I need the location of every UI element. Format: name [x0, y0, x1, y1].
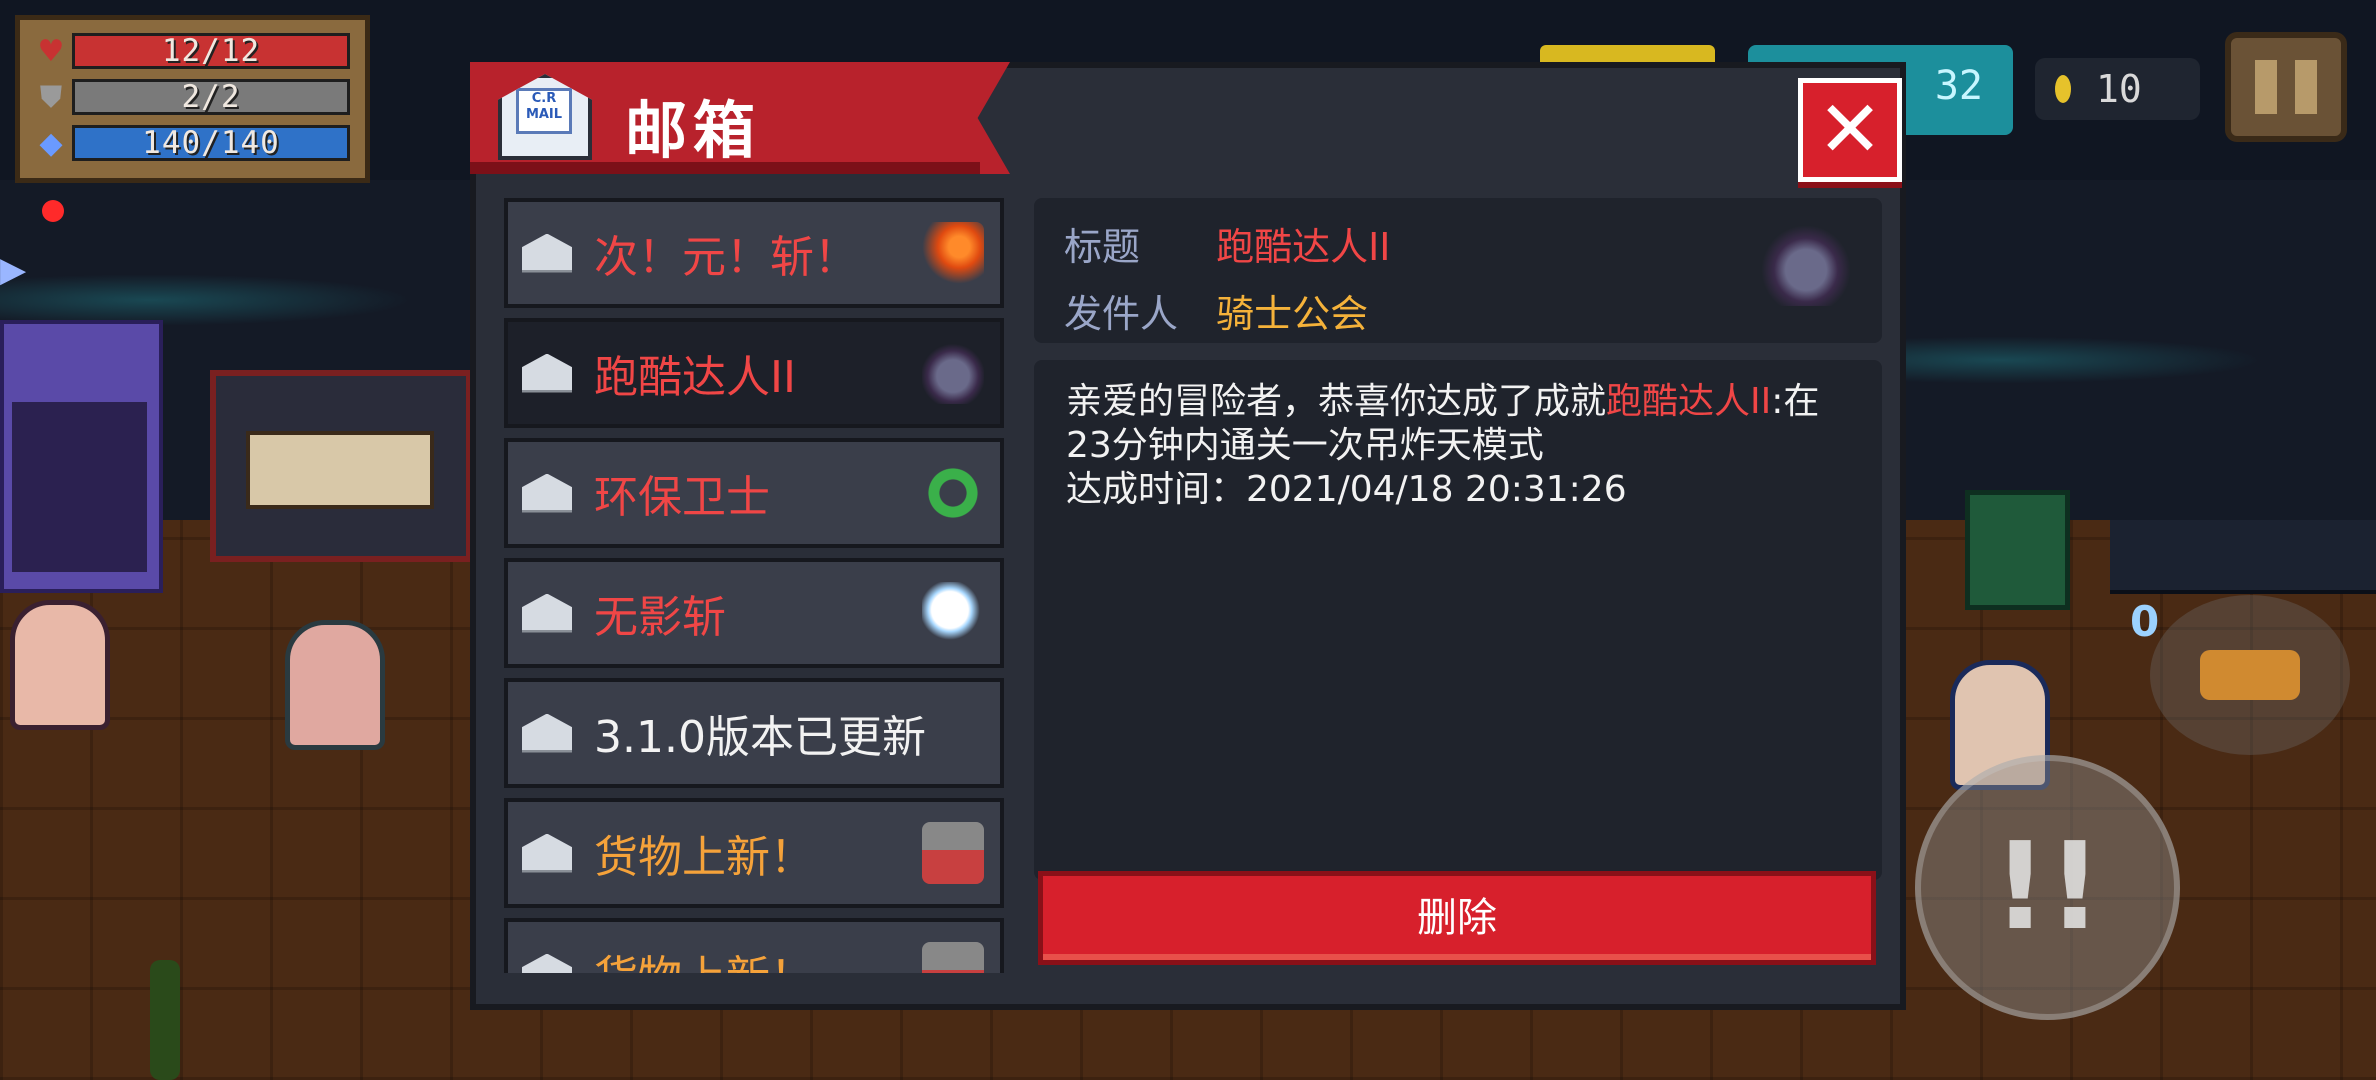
mail-item-label: 无影斩 — [594, 592, 726, 643]
moon-blade-icon — [922, 582, 984, 644]
player-stats-panel: ♥ 12/12 ⛊ 2/2 ◆ 140/140 — [15, 15, 370, 183]
body-text: :在 — [1771, 381, 1820, 422]
skill-icon: !! — [1992, 818, 2103, 957]
body-text: 亲爱的冒险者，恭喜你达成了成就 — [1066, 381, 1607, 422]
mail-item-label: 次！元！斩！ — [594, 232, 858, 283]
envelope-icon — [522, 833, 572, 873]
envelope-icon — [522, 953, 572, 973]
subject-label: 标题 — [1064, 225, 1141, 269]
mail-item[interactable]: 跑酷达人II — [504, 318, 1004, 428]
body-line-2: 23分钟内通关一次吊炸天模式 — [1066, 425, 1544, 466]
subject-row: 标题 跑酷达人II — [1064, 216, 1391, 271]
weapon-energy-cost: 0 — [2130, 597, 2160, 646]
envelope-icon — [522, 473, 572, 513]
subject-value: 跑酷达人II — [1216, 225, 1391, 269]
mailbox-title: 邮箱 — [625, 94, 762, 167]
mail-item-label: 货物上新！ — [594, 941, 922, 973]
coin-counter: 10 — [2035, 58, 2200, 120]
sender-row: 发件人 骑士公会 — [1064, 283, 1368, 338]
pause-button[interactable] — [2225, 32, 2347, 142]
merchant-stall-icon — [922, 942, 984, 973]
fire-blade-icon — [922, 222, 984, 284]
weapon-icon — [2200, 650, 2300, 700]
coin-icon — [2055, 75, 2071, 103]
coin-count: 10 — [2096, 67, 2142, 111]
close-icon: ✕ — [1817, 85, 1883, 175]
sender-label: 发件人 — [1064, 292, 1179, 336]
mail-item[interactable]: 货物上新！ — [504, 918, 1004, 973]
close-button[interactable]: ✕ — [1798, 78, 1902, 182]
achieved-time: 达成时间：2021/04/18 20:31:26 — [1066, 469, 1627, 510]
npc-character — [10, 600, 110, 730]
mail-item[interactable]: 次！元！斩！ — [504, 198, 1004, 308]
heart-icon: ♥ — [37, 33, 65, 69]
envelope-icon — [522, 353, 572, 393]
energy-text: 140/140 — [142, 125, 280, 161]
sender-value: 骑士公会 — [1216, 292, 1369, 336]
gem-count: 32 — [1934, 63, 1983, 109]
mail-item-label: 环保卫士 — [594, 472, 770, 523]
mail-item[interactable]: 环保卫士 — [504, 438, 1004, 548]
pause-icon — [2255, 60, 2277, 114]
skill-button[interactable]: !! — [1915, 755, 2180, 1020]
pause-icon — [2295, 60, 2317, 114]
mail-item[interactable]: 无影斩 — [504, 558, 1004, 668]
notification-dot — [42, 200, 64, 222]
mailbox-header: C.R MAIL 邮箱 — [470, 62, 1010, 174]
recycle-icon — [922, 462, 984, 524]
mail-detail-header: 标题 跑酷达人II 发件人 骑士公会 — [1034, 198, 1882, 343]
storage-chest — [1965, 490, 2070, 610]
hp-text: 12/12 — [161, 33, 261, 69]
shadow-monster-icon — [1760, 226, 1852, 306]
delete-button[interactable]: 删除 — [1038, 871, 1876, 965]
mailbox-dialog: C.R MAIL 邮箱 ✕ 次！元！斩！ 跑酷达人II 环保卫士无影斩 3.1.0版本… — [470, 62, 1906, 1010]
mail-list[interactable]: 次！元！斩！跑酷达人II环保卫士无影斩3.1.0版本已更新货物上新！货物上新！ — [504, 198, 1012, 973]
achievement-name: 跑酷达人II — [1606, 381, 1772, 422]
body-line-1: 亲爱的冒险者，恭喜你达成了成就跑酷达人II:在 — [1066, 380, 1819, 424]
vending-machine — [0, 320, 163, 593]
envelope-label: C.R MAIL — [516, 88, 572, 134]
envelope-icon — [522, 593, 572, 633]
mail-item-label: 跑酷达人II — [594, 352, 796, 403]
envelope-icon — [522, 233, 572, 273]
armor-text: 2/2 — [181, 79, 241, 115]
side-arrow-icon[interactable]: ▶ — [0, 250, 26, 290]
mail-item-label: 货物上新！ — [594, 832, 814, 883]
hp-bar: 12/12 — [72, 33, 350, 69]
mail-detail-body: 亲爱的冒险者，恭喜你达成了成就跑酷达人II:在 23分钟内通关一次吊炸天模式 达… — [1034, 360, 1882, 880]
shop-stall — [210, 370, 472, 562]
plant-decoration — [150, 960, 180, 1080]
armor-bar: 2/2 — [72, 79, 350, 115]
shadow-monster-icon — [922, 342, 984, 404]
npc-character — [285, 620, 385, 750]
counter — [2110, 520, 2376, 594]
energy-icon: ◆ — [39, 125, 63, 161]
envelope-icon — [522, 713, 572, 753]
weapon-slot[interactable]: 0 — [2130, 595, 2350, 755]
mail-item-label: 3.1.0版本已更新 — [594, 712, 926, 763]
energy-bar: 140/140 — [72, 125, 350, 161]
mail-item[interactable]: 3.1.0版本已更新 — [504, 678, 1004, 788]
mail-item[interactable]: 货物上新！ — [504, 798, 1004, 908]
shield-icon: ⛊ — [39, 79, 63, 115]
merchant-stall-icon — [922, 822, 984, 884]
